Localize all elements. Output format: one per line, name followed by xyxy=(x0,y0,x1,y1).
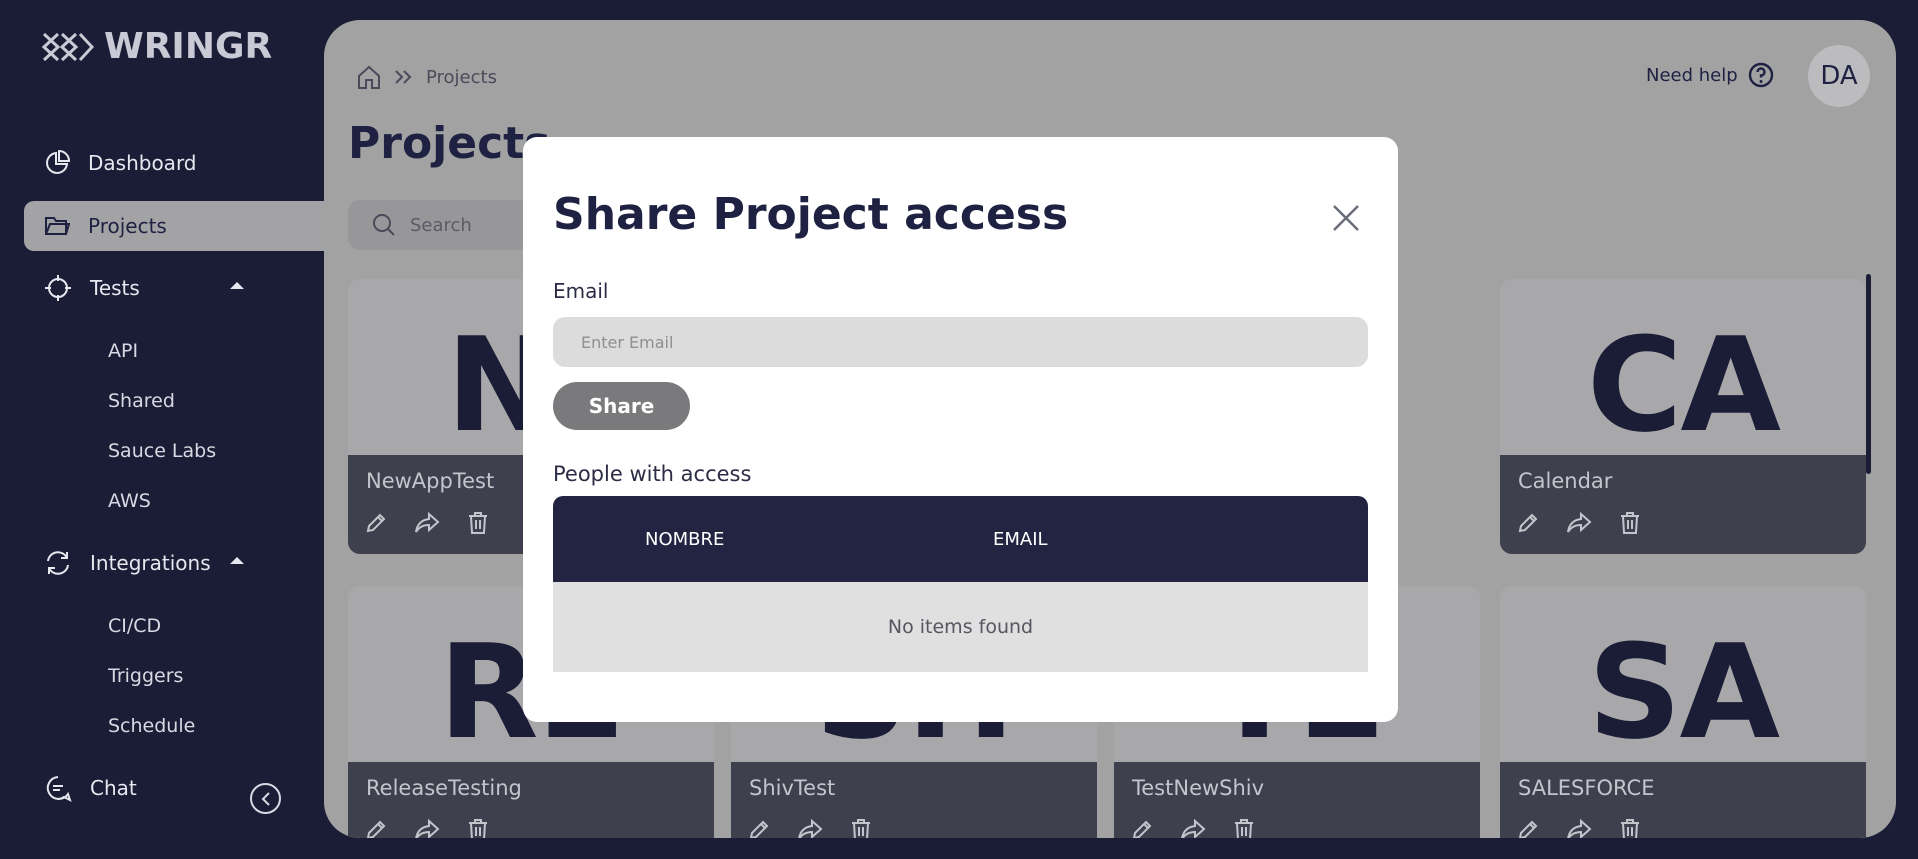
sidebar-item-label: Dashboard xyxy=(88,151,197,175)
double-chevron-right-icon xyxy=(395,70,412,84)
crosshair-icon xyxy=(45,275,71,301)
sidebar: WRINGR Dashboard Projects Tests API Shar… xyxy=(0,0,324,859)
project-initials: CA xyxy=(1586,309,1781,461)
folder-icon xyxy=(45,217,70,235)
project-name[interactable]: ShivTest xyxy=(749,776,835,800)
trash-icon[interactable] xyxy=(466,511,490,535)
access-table: NOMBRE EMAIL No items found xyxy=(553,496,1368,672)
project-card-footer: SALESFORCE xyxy=(1500,762,1866,838)
close-icon[interactable] xyxy=(1331,203,1361,233)
edit-icon[interactable] xyxy=(1516,511,1540,535)
trash-icon[interactable] xyxy=(1618,818,1642,838)
sidebar-subitem-triggers[interactable]: Triggers xyxy=(108,665,183,687)
sidebar-subitem-sauce-labs[interactable]: Sauce Labs xyxy=(108,440,216,462)
project-name[interactable]: SALESFORCE xyxy=(1518,776,1654,800)
sidebar-item-dashboard[interactable]: Dashboard xyxy=(24,138,324,188)
edit-icon[interactable] xyxy=(1516,818,1540,838)
project-initials: SA xyxy=(1587,616,1780,768)
edit-icon[interactable] xyxy=(1130,818,1154,838)
email-field[interactable] xyxy=(553,317,1368,367)
project-name[interactable]: TestNewShiv xyxy=(1132,776,1264,800)
pie-chart-icon xyxy=(46,150,70,174)
sidebar-item-label: Chat xyxy=(90,776,137,800)
project-actions xyxy=(364,818,490,838)
refresh-icon xyxy=(47,551,69,575)
search-icon xyxy=(373,214,395,236)
logo-icon xyxy=(42,32,94,61)
share-icon[interactable] xyxy=(1566,818,1592,838)
scrollbar-thumb[interactable] xyxy=(1866,274,1871,474)
project-actions xyxy=(1130,818,1256,838)
breadcrumb: Projects xyxy=(356,64,497,90)
search-placeholder: Search xyxy=(410,214,472,236)
sidebar-subitem-api[interactable]: API xyxy=(108,340,138,362)
project-actions xyxy=(1516,511,1642,535)
help-link[interactable]: Need help xyxy=(1646,62,1774,88)
share-icon[interactable] xyxy=(1180,818,1206,838)
project-name[interactable]: ReleaseTesting xyxy=(366,776,522,800)
sidebar-item-projects[interactable]: Projects xyxy=(24,201,324,251)
project-card-footer: Calendar xyxy=(1500,455,1866,554)
sidebar-subitem-shared[interactable]: Shared xyxy=(108,390,175,412)
sidebar-subitem-cicd[interactable]: CI/CD xyxy=(108,615,161,637)
chevron-left-icon xyxy=(261,791,270,806)
page-title: Projects xyxy=(348,118,551,169)
project-name[interactable]: NewAppTest xyxy=(366,469,494,493)
share-icon[interactable] xyxy=(414,511,440,535)
sidebar-subitem-aws[interactable]: AWS xyxy=(108,490,151,512)
project-card[interactable]: CA Calendar xyxy=(1500,279,1866,554)
share-icon[interactable] xyxy=(797,818,823,838)
project-card-footer: TestNewShiv xyxy=(1114,762,1480,838)
edit-icon[interactable] xyxy=(364,511,388,535)
project-actions xyxy=(1516,818,1642,838)
project-card-footer: ShivTest xyxy=(731,762,1097,838)
project-card-footer: ReleaseTesting xyxy=(348,762,714,838)
edit-icon[interactable] xyxy=(364,818,388,838)
sidebar-item-label: Projects xyxy=(88,214,167,238)
share-project-modal: Share Project access Email Share People … xyxy=(523,137,1398,722)
modal-title: Share Project access xyxy=(553,189,1069,240)
table-header: NOMBRE EMAIL xyxy=(553,496,1368,582)
project-actions xyxy=(747,818,873,838)
avatar[interactable]: DA xyxy=(1808,45,1870,107)
logo-text: WRINGR xyxy=(104,26,273,67)
column-header-email: EMAIL xyxy=(993,529,1048,550)
share-button[interactable]: Share xyxy=(553,382,690,430)
question-circle-icon xyxy=(1748,62,1773,88)
email-label: Email xyxy=(553,279,609,303)
edit-icon[interactable] xyxy=(747,818,771,838)
empty-state: No items found xyxy=(553,582,1368,672)
column-header-name: NOMBRE xyxy=(645,529,725,550)
share-icon[interactable] xyxy=(1566,511,1592,535)
help-label: Need help xyxy=(1646,64,1738,86)
project-card[interactable]: SA SALESFORCE xyxy=(1500,586,1866,838)
breadcrumb-current[interactable]: Projects xyxy=(426,67,497,88)
sidebar-item-tests[interactable]: Tests xyxy=(24,263,324,313)
chevron-up-icon[interactable] xyxy=(229,280,245,290)
chevron-up-icon[interactable] xyxy=(229,555,245,565)
share-icon[interactable] xyxy=(414,818,440,838)
trash-icon[interactable] xyxy=(849,818,873,838)
home-icon[interactable] xyxy=(356,64,382,90)
trash-icon[interactable] xyxy=(466,818,490,838)
sidebar-subitem-schedule[interactable]: Schedule xyxy=(108,715,195,737)
sidebar-item-label: Integrations xyxy=(90,551,211,575)
logo: WRINGR xyxy=(42,26,272,67)
trash-icon[interactable] xyxy=(1618,511,1642,535)
chat-icon xyxy=(46,776,72,802)
project-actions xyxy=(364,511,490,535)
project-name[interactable]: Calendar xyxy=(1518,469,1612,493)
sidebar-item-integrations[interactable]: Integrations xyxy=(24,538,324,588)
people-with-access-label: People with access xyxy=(553,462,752,486)
trash-icon[interactable] xyxy=(1232,818,1256,838)
sidebar-item-label: Tests xyxy=(90,276,140,300)
collapse-sidebar-button[interactable] xyxy=(250,783,281,814)
